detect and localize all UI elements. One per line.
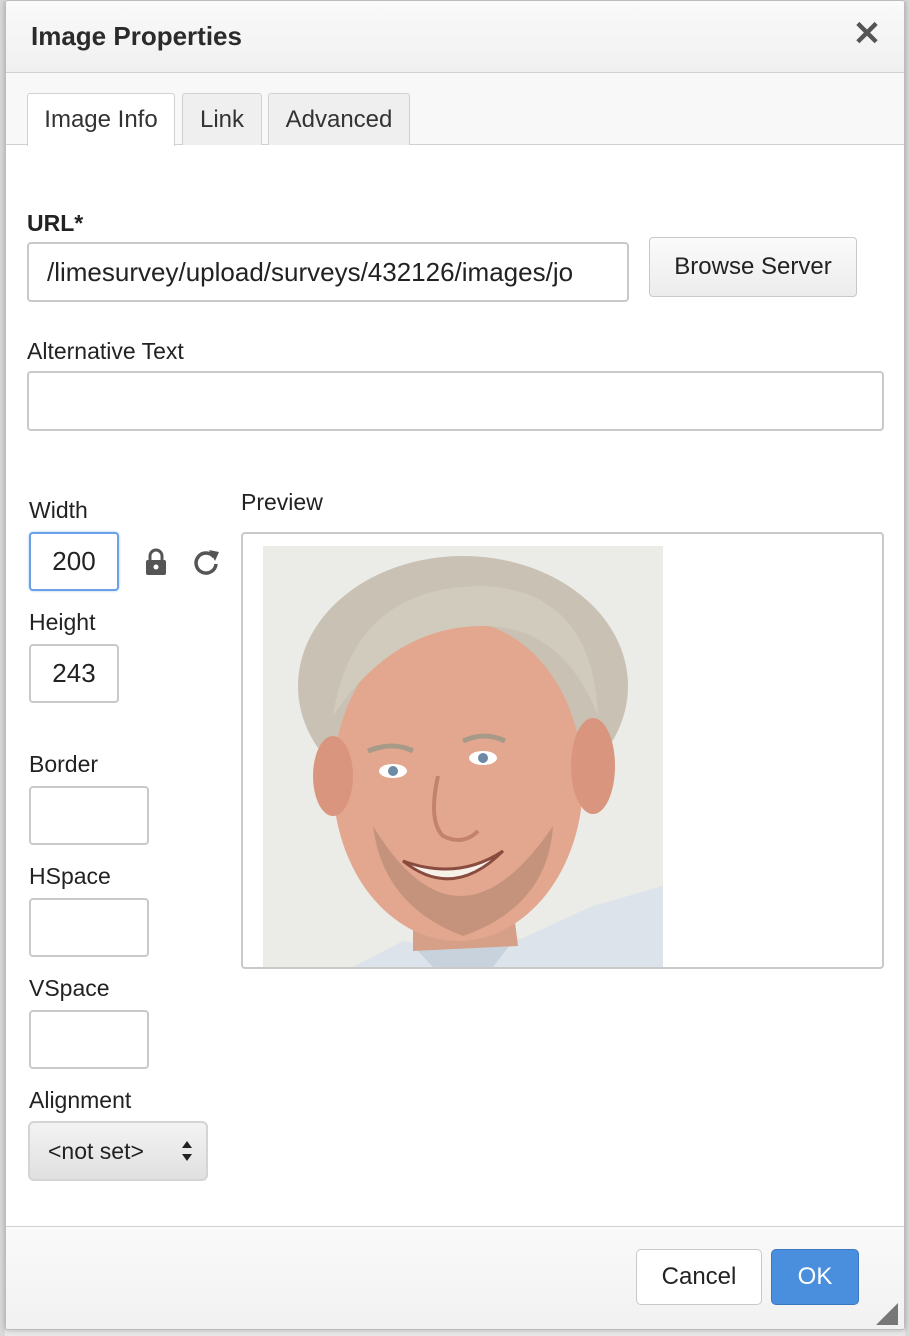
image-preview [241,532,884,969]
alignment-select[interactable]: <not set> [28,1121,208,1181]
tab-advanced[interactable]: Advanced [268,93,410,145]
select-arrows-icon [182,1141,192,1161]
image-info-panel: URL* /limesurvey/upload/surveys/432126/i… [6,146,904,1226]
dialog-title: Image Properties [31,21,242,51]
dialog-titlebar[interactable]: Image Properties ✕ [6,1,904,73]
alt-text-label: Alternative Text [27,338,184,364]
hspace-label: HSpace [29,863,111,889]
border-label: Border [29,751,99,777]
ok-button[interactable]: OK [771,1249,859,1305]
tab-image-info[interactable]: Image Info [27,93,175,146]
browse-server-button[interactable]: Browse Server [649,237,857,297]
resize-grip-icon[interactable] [876,1303,898,1325]
portrait-photo [263,546,663,967]
background-page-edge-right [905,0,910,1336]
hspace-input[interactable] [29,898,149,957]
alignment-label: Alignment [29,1087,132,1113]
height-label: Height [29,609,96,635]
border-input[interactable] [29,786,149,845]
width-label: Width [29,497,88,523]
dialog-footer: Cancel OK [6,1226,904,1329]
alt-text-input[interactable] [27,371,884,431]
height-input[interactable]: 243 [29,644,119,703]
preview-label: Preview [241,489,323,515]
vspace-label: VSpace [29,975,110,1001]
image-properties-dialog: Image Properties ✕ Image Info Link Advan… [5,0,905,1330]
alignment-select-value: <not set> [48,1137,144,1164]
url-input[interactable]: /limesurvey/upload/surveys/432126/images… [27,242,629,302]
close-icon[interactable]: ✕ [852,17,882,51]
tab-bar: Image Info Link Advanced [6,73,904,146]
vspace-input[interactable] [29,1010,149,1069]
lock-icon[interactable] [140,546,172,578]
url-label: URL* [27,210,84,236]
tab-link[interactable]: Link [182,93,262,145]
width-input[interactable]: 200 [29,532,119,591]
cancel-button[interactable]: Cancel [636,1249,762,1305]
reset-size-icon[interactable] [190,546,222,578]
